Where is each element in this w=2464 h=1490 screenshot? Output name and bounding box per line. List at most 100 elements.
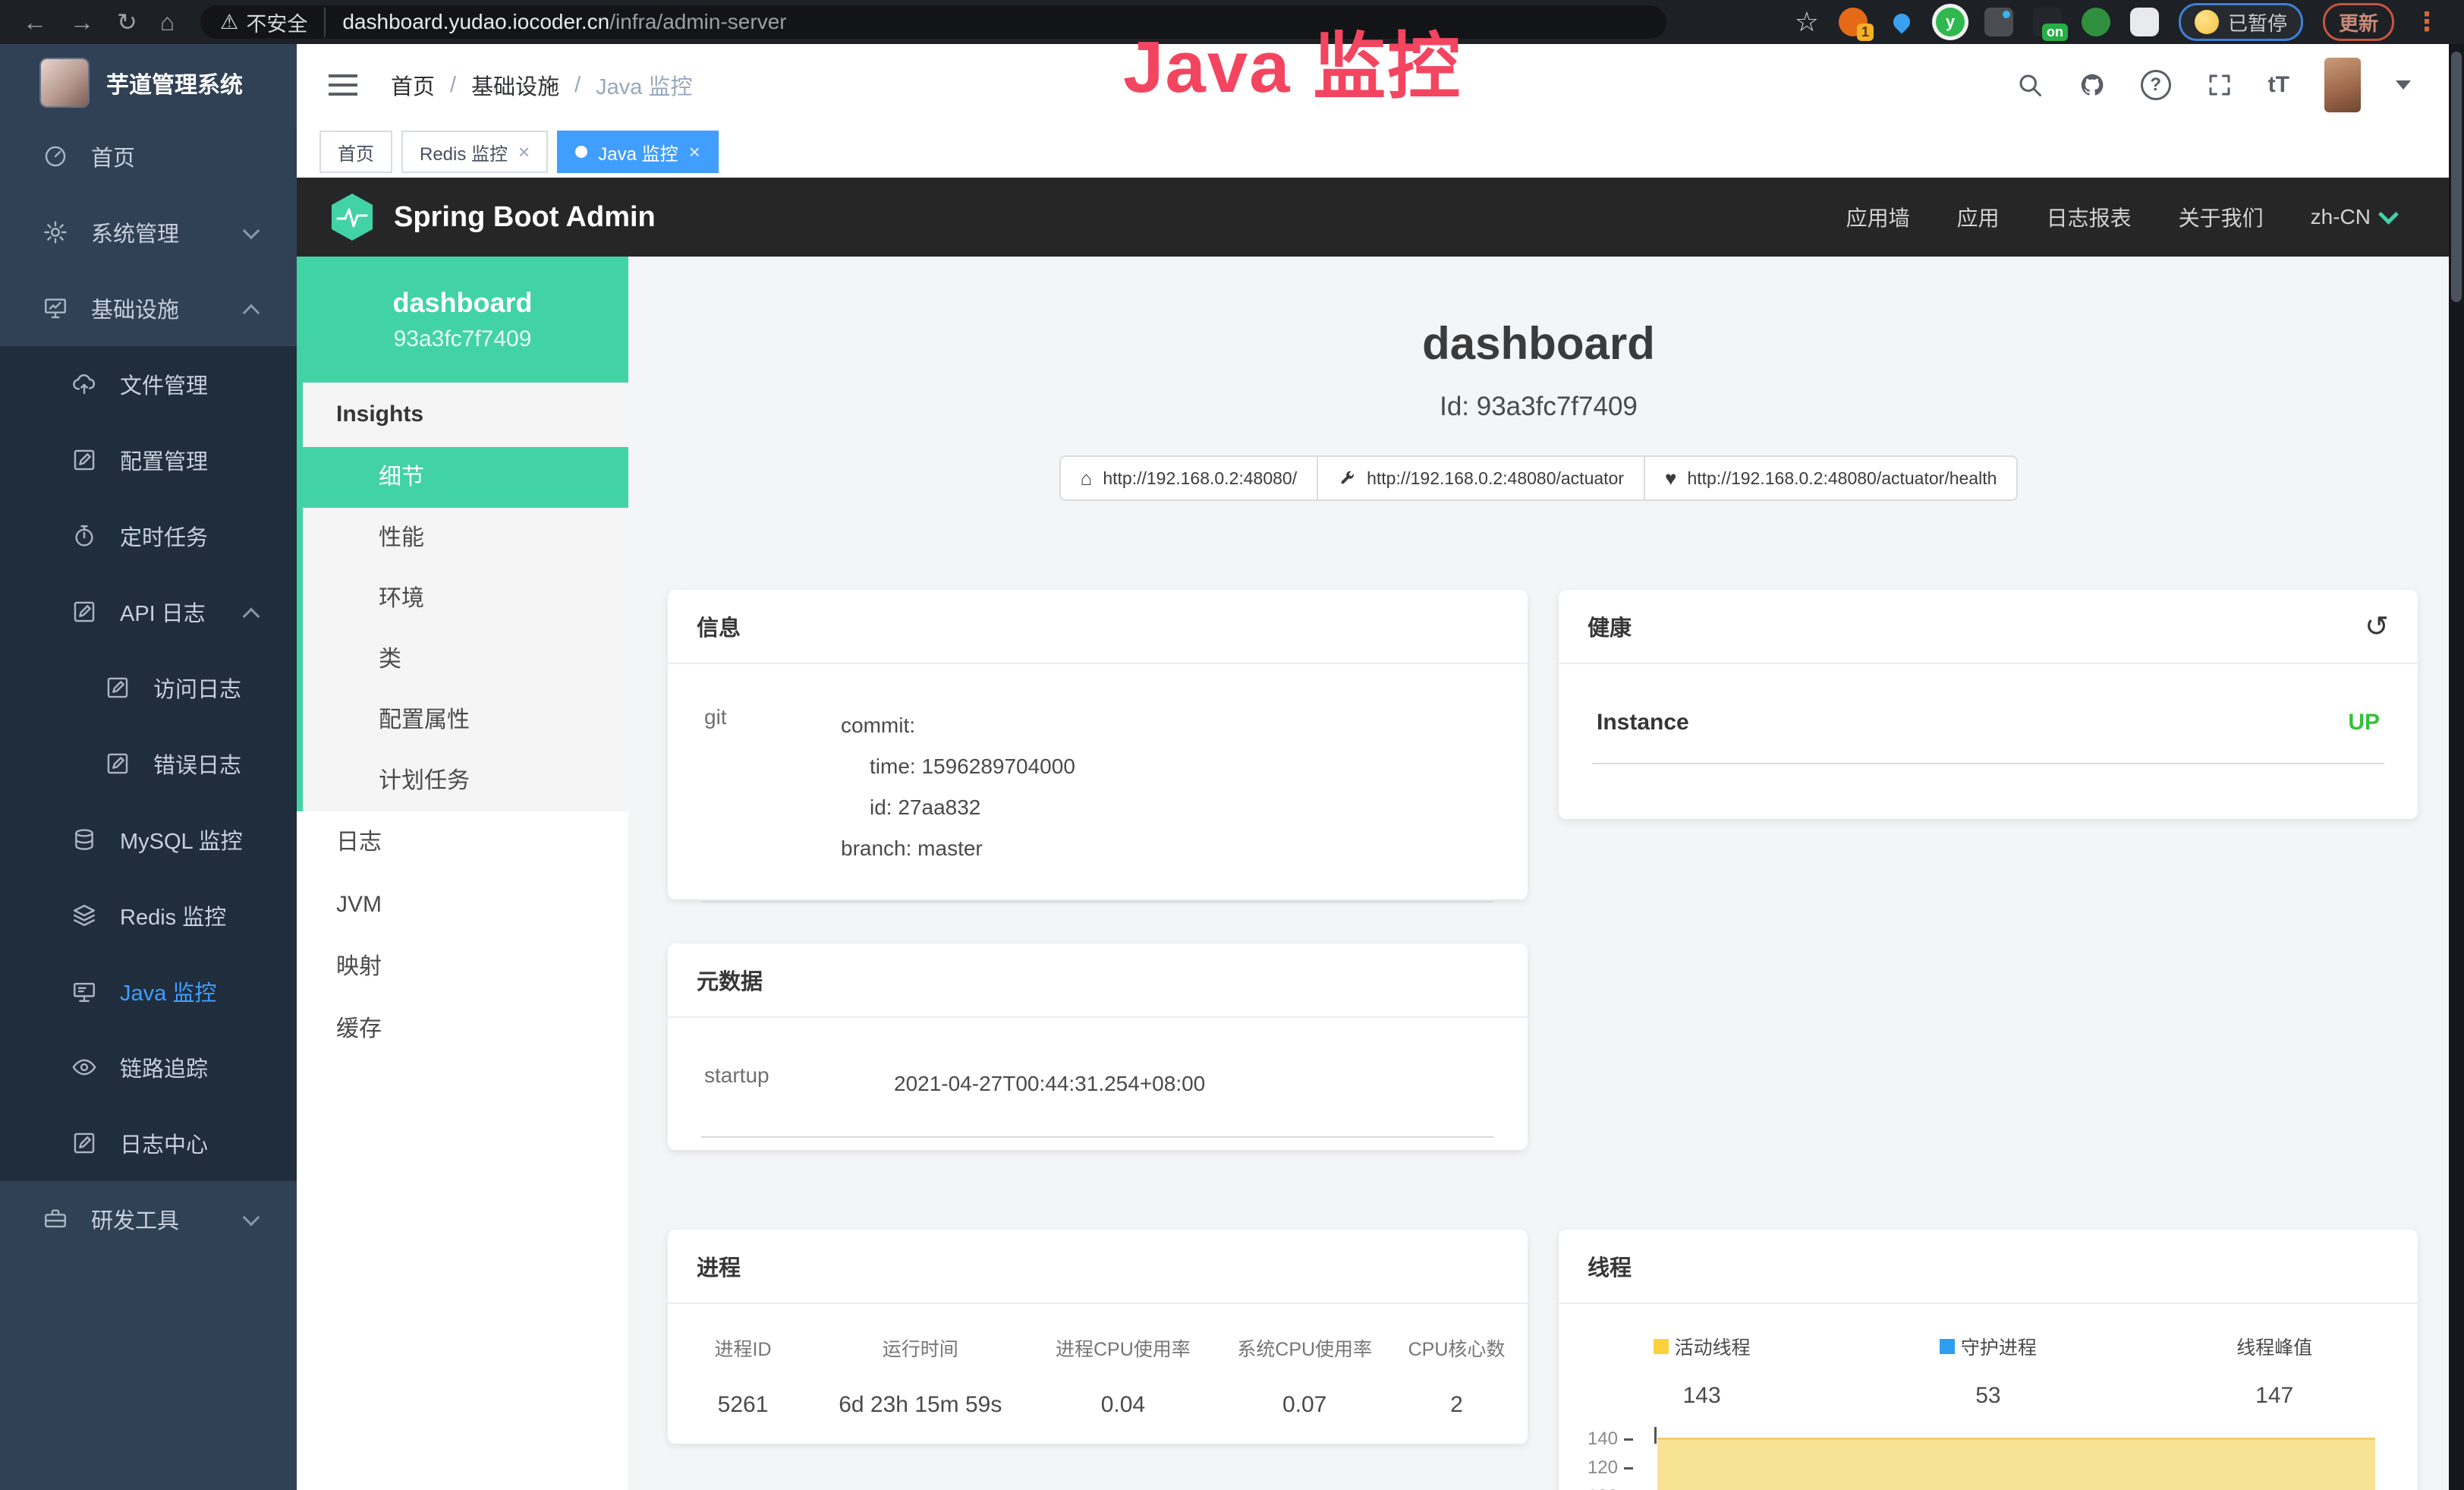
sidebar-item-system-mgmt[interactable]: 系统管理: [0, 194, 297, 270]
breadcrumb: 首页 / 基础设施 / Java 监控: [391, 69, 692, 101]
timer-icon: [71, 523, 97, 549]
sidebar-item-dev-tools[interactable]: 研发工具: [0, 1181, 297, 1257]
sidebar-item-file-mgmt[interactable]: 文件管理: [0, 346, 297, 422]
hamburger-icon[interactable]: [329, 74, 357, 96]
sba-brand[interactable]: Spring Boot Admin: [330, 193, 656, 241]
actuator-url-button[interactable]: http://192.168.0.2:48080/actuator: [1317, 455, 1645, 501]
git-branch-line: branch: master: [841, 828, 1075, 869]
sba-item-environment[interactable]: 环境: [303, 569, 628, 629]
chrome-update-button[interactable]: 更新: [2323, 3, 2394, 41]
cpu-cores-value: 2: [1393, 1392, 1520, 1418]
legend-live-threads: 活动线程 143: [1559, 1333, 1845, 1409]
instance-links: ⌂ http://192.168.0.2:48080/ http://192.1…: [628, 455, 2449, 501]
sidebar-item-infrastructure[interactable]: 基础设施: [0, 270, 297, 346]
status-badge: UP: [2348, 710, 2380, 736]
extension-cluster: ☆ 1 y on 已暂停 更新 ⋮: [1795, 3, 2453, 41]
close-icon[interactable]: ×: [518, 140, 530, 164]
sidebar-item-error-logs[interactable]: 错误日志: [0, 726, 297, 802]
chevron-down-icon: [243, 1209, 260, 1227]
sba-item-classes[interactable]: 类: [303, 629, 628, 690]
layers-icon: [71, 903, 97, 928]
sidebar-item-tracing[interactable]: 链路追踪: [0, 1029, 297, 1105]
sidebar-item-access-logs[interactable]: 访问日志: [0, 650, 297, 726]
breadcrumb-home[interactable]: 首页: [391, 69, 435, 101]
fullscreen-icon[interactable]: [2206, 71, 2233, 99]
sba-nav-journal[interactable]: 日志报表: [2047, 202, 2132, 232]
threads-legend: 活动线程 143 守护进程 53 线程峰值 147: [1559, 1304, 2418, 1409]
sba-brand-name: Spring Boot Admin: [394, 201, 656, 234]
metadata-card-header: 元数据: [668, 943, 1528, 1018]
pin-extension-icon[interactable]: [1887, 8, 1916, 36]
security-status[interactable]: ⚠ 不安全: [220, 8, 326, 37]
sidebar-item-java-monitor[interactable]: Java 监控: [0, 953, 297, 1029]
breadcrumb-current: Java 监控: [596, 69, 692, 101]
cloud-upload-icon: [71, 371, 97, 397]
help-icon[interactable]: ?: [2141, 70, 2171, 100]
search-icon[interactable]: [2016, 71, 2044, 99]
app-logo-row[interactable]: 芋道管理系统: [0, 44, 297, 118]
scrollbar-thumb[interactable]: [2451, 52, 2462, 302]
font-size-icon[interactable]: tT: [2268, 72, 2289, 98]
paused-profile-chip[interactable]: 已暂停: [2179, 3, 2303, 41]
sidebar-item-scheduled-jobs[interactable]: 定时任务: [0, 498, 297, 574]
header-actions: ? tT: [2016, 58, 2411, 112]
avatar[interactable]: [2324, 58, 2361, 112]
sba-nav-wallboard[interactable]: 应用墙: [1846, 202, 1910, 232]
sba-item-scheduled-tasks[interactable]: 计划任务: [303, 751, 628, 811]
url-path: /infra/admin-server: [609, 10, 786, 34]
y-extension-icon[interactable]: y: [1936, 8, 1965, 36]
health-url-button[interactable]: ♥ http://192.168.0.2:48080/actuator/heal…: [1644, 455, 2018, 501]
insights-group-title: Insights: [303, 383, 628, 447]
sidebar-item-redis-monitor[interactable]: Redis 监控: [0, 877, 297, 953]
info-card-header: 信息: [668, 590, 1528, 664]
sidebar-item-config-mgmt[interactable]: 配置管理: [0, 422, 297, 498]
process-table-headers: 进程ID 运行时间 进程CPU使用率 系统CPU使用率 CPU核心数: [675, 1334, 1520, 1362]
sidebar-item-api-logs[interactable]: API 日志: [0, 574, 297, 650]
grid-extension-icon[interactable]: [1984, 8, 2013, 36]
puzzle-extensions-icon[interactable]: [2130, 8, 2159, 36]
tampermonkey-extension-icon[interactable]: on: [2033, 8, 2062, 36]
monitor-chart-icon: [42, 295, 68, 321]
git-commit-line: commit:: [841, 705, 1075, 746]
tab-redis-monitor[interactable]: Redis 监控 ×: [401, 131, 548, 173]
history-icon[interactable]: ↺: [2365, 610, 2389, 644]
browser-forward-icon[interactable]: →: [70, 8, 94, 36]
github-icon[interactable]: [2079, 71, 2106, 99]
wrench-icon: [1338, 469, 1356, 487]
sba-nav-about[interactable]: 关于我们: [2179, 202, 2264, 232]
tab-home[interactable]: 首页: [319, 131, 392, 173]
sba-item-mappings[interactable]: 映射: [297, 936, 628, 998]
sba-item-metrics[interactable]: 性能: [303, 508, 628, 569]
sba-item-logs[interactable]: 日志: [297, 811, 628, 874]
browser-menu-icon[interactable]: ⋮: [2414, 7, 2440, 37]
browser-back-icon[interactable]: ←: [23, 8, 47, 36]
close-icon[interactable]: ×: [689, 140, 700, 164]
page-scrollbar[interactable]: [2449, 44, 2464, 1490]
threads-card: 线程 活动线程 143 守护进程 53 线程峰值 147 140 120 100: [1559, 1230, 2418, 1490]
avatar-caret-icon[interactable]: [2396, 80, 2411, 90]
sidebar-item-home[interactable]: 首页: [0, 118, 297, 194]
extension-orange-icon[interactable]: 1: [1839, 8, 1868, 36]
sba-item-jvm[interactable]: JVM: [297, 874, 628, 936]
app-logo-image: [41, 59, 88, 106]
tab-java-monitor[interactable]: Java 监控 ×: [557, 131, 719, 173]
browser-home-icon[interactable]: ⌂: [160, 8, 175, 36]
sba-language-select[interactable]: zh-CN: [2311, 205, 2396, 229]
git-info-row: git commit: time: 1596289704000 id: 27aa…: [701, 672, 1494, 903]
sba-item-details[interactable]: 细节: [297, 447, 628, 508]
sba-nav-links: 应用墙 应用 日志报表 关于我们 zh-CN: [1846, 202, 2396, 232]
surprised-face-icon: [2195, 10, 2219, 34]
browser-reload-icon[interactable]: ↻: [117, 8, 137, 36]
service-url-button[interactable]: ⌂ http://192.168.0.2:48080/: [1059, 455, 1319, 501]
database-icon: [71, 827, 97, 852]
bookmark-star-icon[interactable]: ☆: [1795, 6, 1819, 38]
sba-item-caches[interactable]: 缓存: [297, 998, 628, 1060]
sidebar-item-log-center[interactable]: 日志中心: [0, 1105, 297, 1181]
process-card-header: 进程: [668, 1230, 1528, 1304]
leaf-extension-icon[interactable]: [2082, 8, 2110, 36]
breadcrumb-infrastructure[interactable]: 基础设施: [471, 69, 559, 101]
sba-item-config-props[interactable]: 配置属性: [303, 690, 628, 751]
sba-nav-applications[interactable]: 应用: [1957, 202, 2000, 232]
sidebar-item-mysql-monitor[interactable]: MySQL 监控: [0, 802, 297, 877]
uptime-value: 6d 23h 15m 59s: [810, 1392, 1030, 1418]
